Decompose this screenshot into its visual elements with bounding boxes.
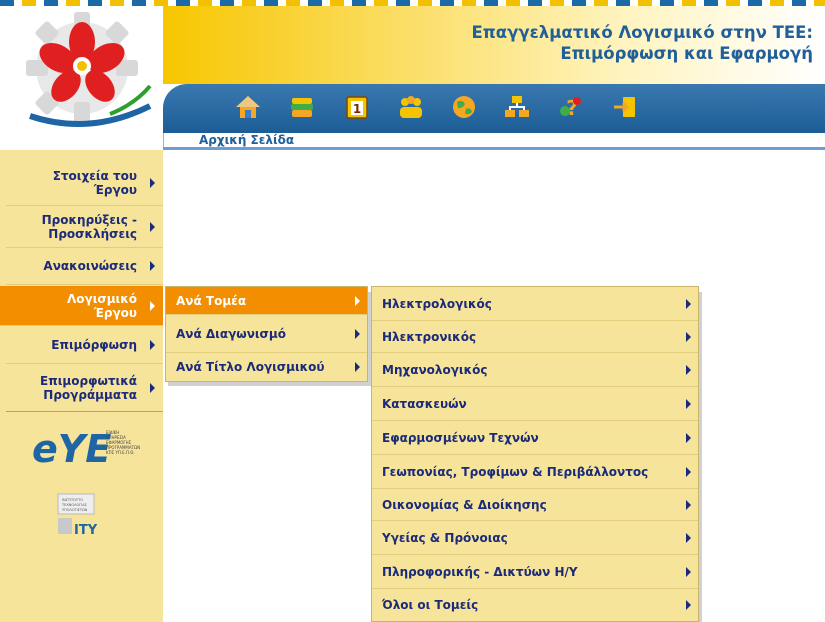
sidebar-item-training[interactable]: Επιμόρφωση — [6, 326, 163, 364]
submenu-item-label: Όλοι οι Τομείς — [382, 598, 479, 612]
home-icon[interactable] — [233, 92, 263, 122]
help-icon[interactable]: ? — [556, 92, 586, 122]
sidebar-item-label: Επιμορφωτικά Προγράμματα — [40, 373, 137, 402]
submenu-item-label: Ανά Τομέα — [176, 293, 247, 308]
sidebar-item-label: Προκηρύξεις - Προσκλήσεις — [41, 212, 137, 241]
svg-text:ΙΝΣΤΙΤΟΥΤΟ: ΙΝΣΤΙΤΟΥΤΟ — [62, 498, 83, 502]
login-icon[interactable] — [610, 92, 640, 122]
calendar-icon[interactable]: 1 — [342, 92, 372, 122]
submenu-item-by-title[interactable]: Ανά Τίτλο Λογισμικού — [166, 353, 367, 381]
sidebar-item-training-programs[interactable]: Επιμορφωτικά Προγράμματα — [6, 364, 163, 412]
submenu-item-label: Οικονομίας & Διοίκησης — [382, 497, 547, 512]
gear-flower-logo-icon — [26, 12, 152, 127]
svg-text:ΤΕΧΝΟΛΟΓΙΑΣ: ΤΕΧΝΟΛΟΓΙΑΣ — [61, 503, 87, 507]
breadcrumb[interactable]: Αρχική Σελίδα — [199, 133, 294, 147]
chevron-right-icon — [686, 432, 691, 443]
sidebar-item-calls[interactable]: Προκηρύξεις - Προσκλήσεις — [6, 206, 163, 248]
sidebar-item-announcements[interactable]: Ανακοινώσεις — [6, 248, 163, 285]
svg-text:ΚΠΣ ΥΠ.Ε.Π.Θ.: ΚΠΣ ΥΠ.Ε.Π.Θ. — [106, 450, 135, 455]
submenu-item-sector[interactable]: Πληροφορικής - Δικτύων Η/Υ — [372, 555, 698, 589]
eye-logo[interactable]: eYE ΕΙΔΙΚΗ ΥΠΗΡΕΣΙΑ ΕΦΑΡΜΟΓΗΣ ΠΡΟΓΡΑΜΜΑΤ… — [30, 424, 140, 471]
header-banner: Επαγγελματικό Λογισμικό στην ΤΕΕ: Επιμόρ… — [163, 6, 825, 84]
submenu-item-sector[interactable]: Μηχανολογικός — [372, 353, 698, 387]
divider — [163, 147, 825, 150]
globe-icon[interactable] — [449, 92, 479, 122]
submenu-item-sector[interactable]: Εφαρμοσμένων Τεχνών — [372, 421, 698, 455]
submenu-item-sector[interactable]: Όλοι οι Τομείς — [372, 589, 698, 621]
network-icon[interactable] — [502, 92, 532, 122]
submenu-item-sector[interactable]: Υγείας & Πρόνοιας — [372, 521, 698, 555]
submenu-item-label: Εφαρμοσμένων Τεχνών — [382, 430, 539, 445]
chevron-right-icon — [150, 339, 155, 350]
chevron-right-icon — [150, 261, 155, 271]
chevron-right-icon — [150, 382, 155, 393]
people-icon[interactable] — [396, 92, 426, 122]
chevron-right-icon — [686, 364, 691, 375]
sidebar-item-project-info[interactable]: Στοιχεία του Έργου — [6, 160, 163, 206]
submenu-item-label: Υγείας & Πρόνοιας — [382, 530, 508, 545]
submenu-item-by-sector[interactable]: Ανά Τομέα — [166, 287, 367, 315]
submenu-item-label: Μηχανολογικός — [382, 362, 488, 377]
sidebar-item-label: Στοιχεία του Έργου — [52, 168, 137, 197]
chevron-right-icon — [686, 466, 691, 477]
submenu-item-label: Ανά Διαγωνισμό — [176, 326, 286, 341]
chevron-right-icon — [355, 328, 360, 339]
submenu-item-sector[interactable]: Ηλεκτρονικός — [372, 321, 698, 353]
header-title-line1: Επαγγελματικό Λογισμικό στην ΤΕΕ: — [471, 23, 813, 42]
submenu-sectors: Ηλεκτρολογικός Ηλεκτρονικός Μηχανολογικό… — [371, 286, 699, 622]
submenu-item-sector[interactable]: Γεωπονίας, Τροφίμων & Περιβάλλοντος — [372, 455, 698, 489]
header-title: Επαγγελματικό Λογισμικό στην ΤΕΕ: Επιμόρ… — [393, 22, 813, 64]
chevron-right-icon — [355, 362, 360, 372]
submenu-item-label: Ηλεκτρολογικός — [382, 296, 492, 311]
submenu-item-label: Πληροφορικής - Δικτύων Η/Υ — [382, 564, 578, 579]
chevron-right-icon — [686, 398, 691, 409]
chevron-right-icon — [150, 221, 155, 232]
chevron-right-icon — [686, 566, 691, 577]
submenu-software: Ανά Τομέα Ανά Διαγωνισμό Ανά Τίτλο Λογισ… — [165, 286, 368, 382]
sidebar-item-label: Λογισμικό Έργου — [66, 291, 137, 320]
site-logo[interactable] — [0, 6, 163, 146]
submenu-item-by-competition[interactable]: Ανά Διαγωνισμό — [166, 315, 367, 353]
sidebar-item-label: Ανακοινώσεις — [43, 259, 137, 273]
svg-text:eYE: eYE — [32, 427, 111, 470]
submenu-item-sector[interactable]: Ηλεκτρολογικός — [372, 287, 698, 321]
books-icon[interactable] — [287, 92, 317, 122]
chevron-right-icon — [686, 532, 691, 543]
ity-logo[interactable]: ΙΝΣΤΙΤΟΥΤΟ ΤΕΧΝΟΛΟΓΙΑΣ ΥΠΟΛΟΓΙΣΤΩΝ ΙΤΥ — [48, 490, 108, 550]
submenu-item-label: Ηλεκτρονικός — [382, 329, 477, 344]
submenu-item-label: Γεωπονίας, Τροφίμων & Περιβάλλοντος — [382, 464, 649, 479]
chevron-right-icon — [686, 600, 691, 610]
chevron-right-icon — [686, 298, 691, 309]
chevron-right-icon — [150, 300, 155, 311]
chevron-right-icon — [150, 177, 155, 188]
svg-text:ΙΤΥ: ΙΤΥ — [74, 523, 98, 538]
submenu-item-label: Κατασκευών — [382, 396, 467, 411]
submenu-item-label: Ανά Τίτλο Λογισμικού — [176, 360, 325, 374]
svg-text:ΥΠΟΛΟΓΙΣΤΩΝ: ΥΠΟΛΟΓΙΣΤΩΝ — [62, 508, 88, 512]
svg-text:1: 1 — [353, 102, 361, 116]
header-title-line2: Επιμόρφωση και Εφαρμογή — [560, 44, 813, 63]
sidebar-item-label: Επιμόρφωση — [51, 337, 137, 352]
submenu-item-sector[interactable]: Κατασκευών — [372, 387, 698, 421]
chevron-right-icon — [686, 499, 691, 510]
chevron-right-icon — [686, 331, 691, 342]
sidebar-item-software[interactable]: Λογισμικό Έργου — [0, 286, 163, 326]
submenu-item-sector[interactable]: Οικονομίας & Διοίκησης — [372, 489, 698, 521]
chevron-right-icon — [355, 295, 360, 306]
